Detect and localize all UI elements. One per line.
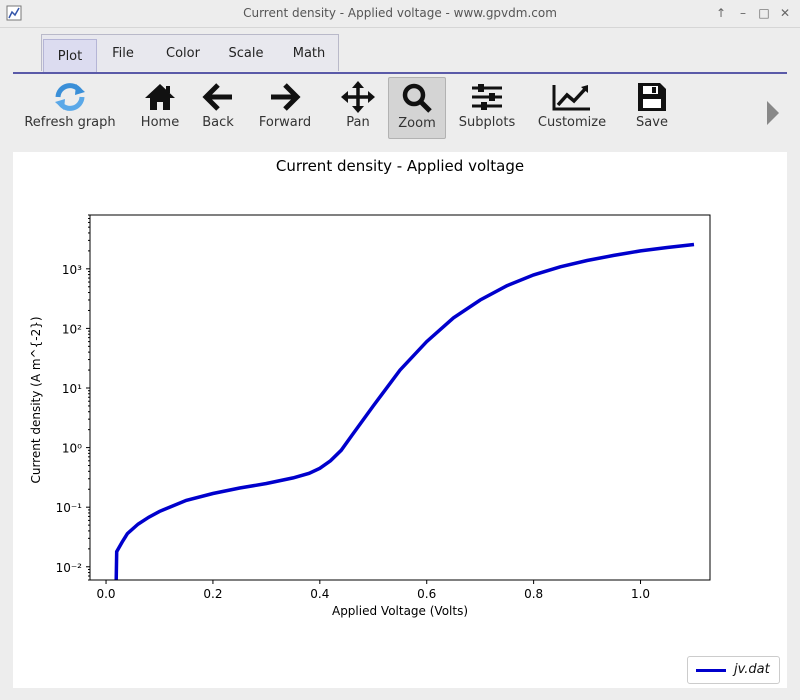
subplots-button[interactable]: Subplots	[456, 77, 518, 139]
back-arrow-icon	[202, 83, 232, 111]
x-tick-label: 0.2	[203, 587, 222, 601]
y-tick-label: 10⁰	[62, 442, 82, 456]
refresh-graph-label: Refresh graph	[24, 115, 116, 130]
jv-chart[interactable]: Current density - Applied voltage 0.0 0.2…	[13, 152, 787, 688]
chart-legend: jv.dat	[687, 656, 780, 684]
toolbar: Refresh graph Home Back Forward Pan Zoom…	[0, 75, 800, 147]
home-icon	[145, 84, 175, 110]
tab-file[interactable]: File	[103, 34, 143, 70]
sliders-icon	[472, 84, 502, 110]
tab-plot[interactable]: Plot	[43, 39, 97, 72]
forward-label: Forward	[258, 115, 312, 130]
axes-frame	[89, 214, 711, 581]
tab-math[interactable]: Math	[283, 34, 335, 70]
pan-arrows-icon	[341, 81, 375, 113]
refresh-icon	[55, 83, 85, 111]
x-tick-label: 0.0	[96, 587, 115, 601]
more-tools-arrow-icon[interactable]	[765, 101, 781, 125]
series-line-jv-dat	[114, 242, 695, 581]
x-axis-label: Applied Voltage (Volts)	[332, 604, 468, 618]
y-tick-label: 10⁻²	[56, 561, 83, 575]
back-button[interactable]: Back	[196, 77, 240, 139]
y-tick-label: 10⁻¹	[56, 501, 83, 515]
y-axis-label: Current density (A m^{-2})	[29, 316, 43, 483]
x-tick-label: 0.4	[310, 587, 329, 601]
forward-arrow-icon	[271, 83, 301, 111]
minimize-icon[interactable]: –	[734, 4, 752, 22]
chart-title: Current density - Applied voltage	[276, 157, 524, 175]
y-tick-label: 10²	[62, 322, 82, 336]
keep-above-icon[interactable]: ↑	[712, 4, 730, 22]
forward-button[interactable]: Forward	[253, 77, 317, 139]
line-chart-icon	[552, 85, 590, 111]
home-label: Home	[140, 115, 180, 130]
window-title: Current density - Applied voltage - www.…	[243, 6, 557, 20]
title-bar: Current density - Applied voltage - www.…	[0, 0, 800, 28]
zoom-button[interactable]: Zoom	[388, 77, 446, 139]
pan-label: Pan	[346, 115, 370, 130]
save-button[interactable]: Save	[630, 77, 674, 139]
floppy-disk-icon	[638, 83, 666, 111]
tab-color[interactable]: Color	[157, 34, 209, 70]
refresh-graph-button[interactable]: Refresh graph	[22, 77, 118, 139]
home-button[interactable]: Home	[136, 77, 184, 139]
y-tick-label: 10³	[62, 263, 82, 277]
y-axis-ticks: 10⁻² 10⁻¹ 10⁰ 10¹ 10² 10³	[56, 214, 90, 581]
ribbon-tabs: Plot File Color Scale Math	[41, 34, 339, 72]
tab-scale[interactable]: Scale	[221, 34, 271, 70]
x-tick-label: 1.0	[631, 587, 650, 601]
maximize-icon[interactable]: □	[755, 4, 773, 22]
plot-area: Current density - Applied voltage 0.0 0.2…	[13, 152, 787, 688]
back-label: Back	[202, 115, 234, 130]
pan-button[interactable]: Pan	[336, 77, 380, 139]
customize-label: Customize	[537, 115, 607, 130]
subplots-label: Subplots	[458, 115, 516, 130]
zoom-label: Zoom	[398, 116, 436, 131]
legend-label: jv.dat	[734, 662, 770, 677]
x-tick-label: 0.8	[524, 587, 543, 601]
x-axis-ticks: 0.0 0.2 0.4 0.6 0.8 1.0	[96, 580, 650, 601]
legend-swatch	[696, 669, 726, 672]
tab-underline	[13, 72, 787, 74]
save-label: Save	[636, 115, 668, 130]
x-tick-label: 0.6	[417, 587, 436, 601]
magnifier-icon	[402, 83, 432, 113]
y-tick-label: 10¹	[62, 382, 82, 396]
close-icon[interactable]: ✕	[776, 4, 794, 22]
customize-button[interactable]: Customize	[535, 77, 609, 139]
